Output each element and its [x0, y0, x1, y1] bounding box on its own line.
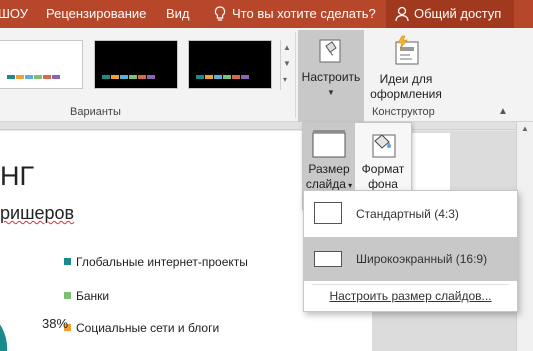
- format-background-label: Формат фона: [355, 162, 411, 192]
- gallery-more-icon[interactable]: ▾: [283, 72, 287, 88]
- gallery-scroll[interactable]: ▲ ▼ ▾: [280, 40, 292, 90]
- ribbon-tab-bar: ШОУ Рецензирование Вид Что вы хотите сде…: [0, 0, 533, 28]
- ribbon-design: ▲ ▼ ▾ Варианты Настроить ▼ Идеи для офор…: [0, 28, 533, 122]
- slide-subtitle: ришеров: [0, 203, 75, 223]
- lightbulb-icon: [214, 6, 226, 21]
- menu-item-standard-label: Стандартный (4:3): [356, 207, 459, 221]
- tab-review[interactable]: Рецензирование: [46, 0, 146, 28]
- variant-colors: [102, 75, 155, 79]
- variant-colors: [7, 75, 60, 79]
- workspace-top-strip: [0, 122, 533, 130]
- slide-title: НГ: [0, 161, 35, 191]
- chevron-down-icon: ▼: [327, 88, 335, 97]
- legend-swatch: [64, 292, 71, 299]
- menu-item-standard[interactable]: Стандартный (4:3): [304, 192, 517, 236]
- tell-me-box[interactable]: Что вы хотите сделать?: [214, 0, 376, 28]
- share-button[interactable]: Общий доступ: [386, 0, 514, 28]
- design-ideas-label-line2: оформления: [370, 87, 442, 101]
- group-divider: [295, 32, 296, 118]
- slide-size-menu: Стандартный (4:3) Широкоэкранный (16:9) …: [303, 190, 518, 312]
- legend-label: Глобальные интернет-проекты: [76, 255, 248, 269]
- chevron-down-icon: ▾: [345, 181, 353, 190]
- legend-label: Социальные сети и блоги: [76, 321, 220, 335]
- collapse-ribbon-icon[interactable]: ▲: [498, 106, 508, 117]
- person-icon: [395, 6, 409, 22]
- design-ideas-icon: [395, 35, 419, 65]
- menu-item-custom-size[interactable]: Настроить размер слайдов...: [304, 289, 517, 303]
- slide-size-label-line1: Размер: [308, 162, 350, 176]
- legend-swatch: [64, 258, 71, 265]
- aspect-16-9-icon: [314, 251, 342, 267]
- gallery-down-icon[interactable]: ▼: [283, 56, 291, 72]
- customize-button[interactable]: Настроить ▼: [298, 30, 364, 122]
- scroll-up-icon[interactable]: ▲: [521, 124, 529, 133]
- legend-label: Банки: [76, 289, 110, 303]
- customize-label: Настроить: [301, 70, 361, 84]
- slide-size-label: Размер слайда ▾: [303, 162, 355, 193]
- slide-size-label-line2: слайда: [305, 177, 346, 191]
- slide-size-icon: [312, 130, 346, 158]
- menu-item-widescreen-label: Широкоэкранный (16:9): [356, 252, 488, 266]
- legend-item: Глобальные интернет-проекты: [64, 255, 248, 269]
- pie-chart-slice: [0, 324, 8, 351]
- tab-slideshow[interactable]: ШОУ: [0, 0, 28, 28]
- pie-percent-label: 38%: [42, 316, 69, 331]
- legend-item: Социальные сети и блоги: [64, 321, 219, 335]
- variant-thumb-2[interactable]: [94, 40, 178, 89]
- format-background-icon: [319, 39, 341, 63]
- variant-colors: [196, 75, 249, 79]
- variants-group-label: Варианты: [70, 106, 121, 118]
- format-background-label-line1: Формат: [361, 162, 405, 176]
- variants-gallery: [0, 40, 294, 90]
- menu-item-custom-size-label: Настроить размер слайдов...: [329, 289, 492, 303]
- design-ideas-button[interactable]: Идеи для оформления: [368, 30, 444, 106]
- menu-item-widescreen[interactable]: Широкоэкранный (16:9): [304, 237, 517, 281]
- gallery-up-icon[interactable]: ▲: [283, 40, 291, 56]
- menu-divider: [312, 284, 509, 285]
- designer-group-label: Конструктор: [372, 106, 435, 118]
- design-ideas-label-line1: Идеи для: [379, 72, 433, 86]
- tab-view[interactable]: Вид: [166, 0, 190, 28]
- variant-thumb-1[interactable]: [0, 40, 83, 89]
- variant-thumb-3[interactable]: [188, 40, 272, 89]
- share-label: Общий доступ: [414, 6, 502, 21]
- aspect-4-3-icon: [314, 202, 342, 224]
- tell-me-text: Что вы хотите сделать?: [232, 6, 376, 21]
- vertical-scrollbar[interactable]: ▲: [516, 122, 533, 351]
- design-ideas-label: Идеи для оформления: [368, 72, 444, 102]
- slide-thumbnail[interactable]: [408, 133, 450, 193]
- legend-item: Банки: [64, 289, 109, 303]
- paint-bucket-icon: [372, 134, 396, 158]
